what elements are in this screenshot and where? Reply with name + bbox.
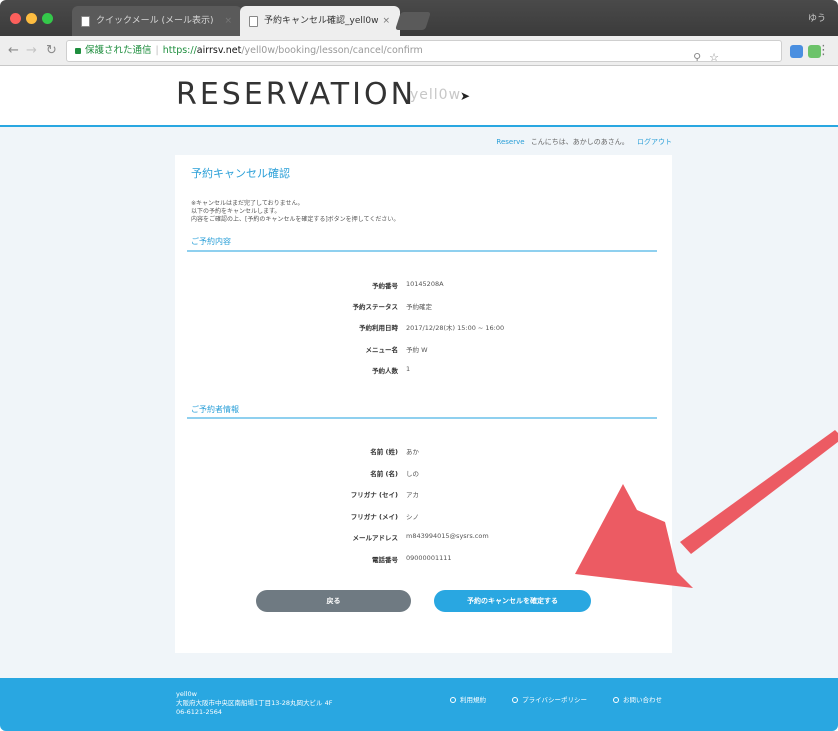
detail-value: 2017/12/28(木) 15:00 ~ 16:00 bbox=[406, 324, 505, 332]
cancel-confirm-card: 予約キャンセル確認 ※キャンセルはまだ完了しておりません。 以下の予約をキャンセ… bbox=[175, 155, 672, 653]
url-host: airrsv.net bbox=[196, 45, 242, 56]
logout-link[interactable]: ログアウト bbox=[637, 138, 672, 146]
greeting-text: こんにちは、あかしのあさん。 bbox=[530, 138, 629, 146]
circle-bullet-icon bbox=[512, 697, 519, 703]
site-header: RESERVATION yell0w ➤ bbox=[0, 67, 838, 127]
site-footer: yell0w 大阪府大阪市中央区南船場1丁目13-28丸岡大ビル 4F 06-6… bbox=[0, 678, 838, 731]
pin-icon: ➤ bbox=[460, 89, 471, 103]
detail-value: しの bbox=[406, 470, 419, 478]
profile-name[interactable]: ゆう bbox=[808, 11, 826, 24]
sub-logo: yell0w bbox=[410, 87, 462, 103]
detail-value: アカ bbox=[406, 491, 419, 499]
close-tab-icon[interactable]: × bbox=[382, 6, 390, 36]
url-scheme: https:// bbox=[162, 45, 197, 56]
detail-value: 09000001111 bbox=[406, 554, 452, 562]
detail-label: 名前 (姓) bbox=[370, 448, 398, 456]
close-window-icon[interactable] bbox=[10, 13, 21, 24]
section-divider bbox=[187, 417, 657, 419]
forward-arrow-icon[interactable]: → bbox=[26, 43, 37, 59]
detail-value: 予約確定 bbox=[406, 303, 432, 311]
circle-bullet-icon bbox=[613, 697, 620, 703]
company-address: 大阪府大阪市中央区南船場1丁目13-28丸岡大ビル 4F bbox=[176, 699, 333, 707]
back-arrow-icon[interactable]: ← bbox=[8, 43, 19, 59]
detail-value: 1 bbox=[406, 365, 411, 373]
detail-label: メールアドレス bbox=[352, 534, 399, 542]
web-page: RESERVATION yell0w ➤ Reserve こんにちは、あかしのあ… bbox=[0, 67, 838, 731]
circle-bullet-icon bbox=[450, 697, 456, 703]
detail-label: フリガナ (セイ) bbox=[350, 491, 398, 499]
detail-label: メニュー名 bbox=[365, 346, 399, 354]
minimize-window-icon[interactable] bbox=[26, 13, 37, 24]
note-line: 以下の予約をキャンセルします。 bbox=[191, 208, 281, 215]
close-tab-icon[interactable]: × bbox=[224, 6, 232, 36]
detail-value: 10145208A bbox=[406, 280, 444, 288]
detail-label: 予約人数 bbox=[372, 367, 398, 375]
note-line: ※キャンセルはまだ完了しておりません。 bbox=[191, 200, 304, 207]
maximize-window-icon[interactable] bbox=[42, 13, 53, 24]
browser-tab-bar: クイックメール (メール表示) × 予約キャンセル確認_yell0w × ゆう bbox=[0, 0, 838, 36]
detail-label: 予約ステータス bbox=[352, 303, 399, 311]
browser-window: クイックメール (メール表示) × 予約キャンセル確認_yell0w × ゆう … bbox=[0, 0, 838, 731]
company-phone: 06-6121-2564 bbox=[176, 708, 223, 716]
new-tab-button[interactable] bbox=[395, 12, 431, 30]
footer-link-terms[interactable]: 利用規約 bbox=[450, 696, 498, 704]
url-path: /yell0w/booking/lesson/cancel/confirm bbox=[241, 45, 423, 56]
detail-value: あか bbox=[406, 448, 419, 456]
company-name: yell0w bbox=[176, 690, 197, 698]
applicant-section-title: ご予約者情報 bbox=[191, 405, 239, 414]
footer-company: yell0w 大阪府大阪市中央区南船場1丁目13-28丸岡大ビル 4F 06-6… bbox=[176, 690, 332, 717]
browser-tab-mail[interactable]: クイックメール (メール表示) × bbox=[72, 6, 242, 36]
page-title: 予約キャンセル確認 bbox=[191, 167, 290, 180]
browser-menu-icon[interactable]: ⋮ bbox=[817, 43, 830, 58]
user-bar: Reserve こんにちは、あかしのあさん。 ログアウト bbox=[490, 137, 672, 147]
section-divider bbox=[187, 250, 657, 252]
reload-icon[interactable]: ↻ bbox=[46, 43, 57, 59]
back-button[interactable]: 戻る bbox=[256, 590, 411, 612]
lock-icon bbox=[75, 47, 81, 54]
detail-label: フリガナ (メイ) bbox=[350, 513, 398, 521]
footer-links: 利用規約 プライバシーポリシー お問い合わせ bbox=[450, 694, 686, 704]
footer-link-privacy[interactable]: プライバシーポリシー bbox=[512, 696, 599, 704]
browser-tab-reservation[interactable]: 予約キャンセル確認_yell0w × bbox=[240, 6, 400, 36]
address-bar[interactable]: 保護された通信 | https://airrsv.net/yell0w/bookin… bbox=[66, 40, 782, 62]
page-icon bbox=[81, 16, 90, 27]
extension-v-icon[interactable] bbox=[790, 45, 803, 58]
detail-label: 予約番号 bbox=[372, 282, 398, 290]
confirm-cancel-button[interactable]: 予約のキャンセルを確定する bbox=[434, 590, 591, 612]
secure-label: 保護された通信 bbox=[85, 45, 152, 56]
tab-title: クイックメール (メール表示) bbox=[96, 16, 214, 26]
note-line: 内容をご確認の上、[予約のキャンセルを確定する]ボタンを押してください。 bbox=[191, 216, 400, 223]
site-logo[interactable]: RESERVATION bbox=[176, 77, 416, 112]
detail-value: m843994015@sysrs.com bbox=[406, 532, 489, 540]
browser-toolbar: ← → ↻ 保護された通信 | https://airrsv.net/yell0w/… bbox=[0, 36, 838, 66]
zoom-and-bookmark-icons[interactable]: ⚲☆ bbox=[693, 48, 727, 61]
detail-label: 電話番号 bbox=[372, 556, 398, 564]
reserve-brand[interactable]: Reserve bbox=[496, 138, 524, 146]
reservation-section-title: ご予約内容 bbox=[191, 237, 231, 246]
tab-title: 予約キャンセル確認_yell0w bbox=[264, 16, 379, 26]
detail-value: シノ bbox=[406, 513, 419, 521]
footer-link-contact[interactable]: お問い合わせ bbox=[613, 696, 674, 704]
cancel-notes: ※キャンセルはまだ完了しておりません。 以下の予約をキャンセルします。 内容をご… bbox=[191, 200, 399, 224]
page-icon bbox=[249, 16, 258, 27]
detail-label: 予約利用日時 bbox=[359, 324, 398, 332]
detail-value: 予約 W bbox=[406, 346, 428, 354]
detail-label: 名前 (名) bbox=[370, 470, 398, 478]
